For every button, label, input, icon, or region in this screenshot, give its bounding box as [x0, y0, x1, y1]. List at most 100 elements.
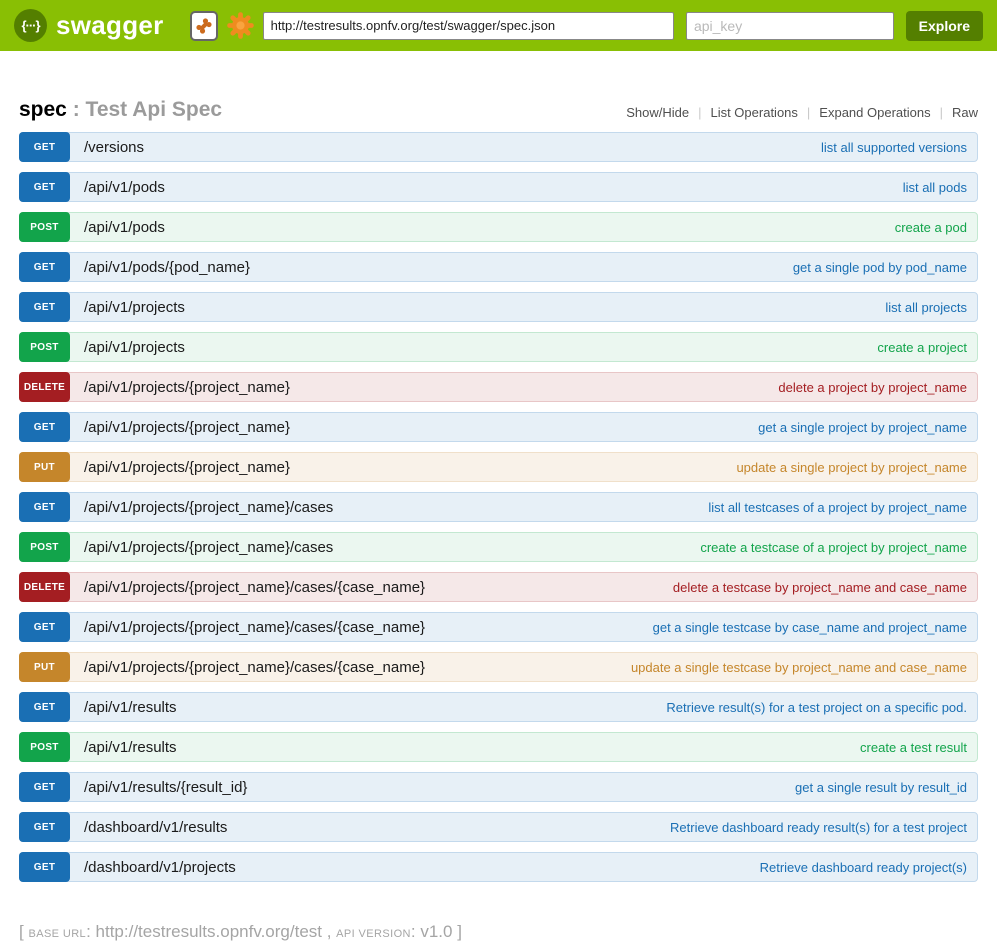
http-method-badge: POST: [19, 332, 70, 362]
http-method-badge: GET: [19, 852, 70, 882]
base-url-footer: [ base url: http://testresults.opnfv.org…: [0, 922, 997, 942]
endpoint-row[interactable]: POST /api/v1/projects create a project: [19, 332, 978, 362]
endpoint-path-link[interactable]: /api/v1/pods: [84, 219, 165, 236]
endpoint-description-link[interactable]: Retrieve dashboard ready project(s): [760, 860, 967, 875]
endpoint-row[interactable]: POST /api/v1/projects/{project_name}/cas…: [19, 532, 978, 562]
endpoint-path-link[interactable]: /api/v1/pods/{pod_name}: [84, 259, 250, 276]
list-operations-link[interactable]: List Operations: [710, 105, 797, 120]
link-separator: |: [940, 105, 943, 120]
endpoint-description-link[interactable]: list all projects: [885, 300, 967, 315]
endpoint-row[interactable]: GET /api/v1/projects/{project_name} get …: [19, 412, 978, 442]
endpoint-path-link[interactable]: /api/v1/projects/{project_name}/cases: [84, 499, 333, 516]
footer-colon: :: [86, 922, 95, 941]
http-method-badge: GET: [19, 612, 70, 642]
brand-title: swagger: [56, 10, 164, 41]
endpoint-description-link[interactable]: list all pods: [903, 180, 967, 195]
gear-icon: [226, 11, 255, 40]
endpoint-path-link[interactable]: /api/v1/results: [84, 699, 177, 716]
endpoint-path-link[interactable]: /dashboard/v1/projects: [84, 859, 236, 876]
expand-operations-link[interactable]: Expand Operations: [819, 105, 930, 120]
http-method-badge: DELETE: [19, 572, 70, 602]
endpoint-path-link[interactable]: /api/v1/projects/{project_name}/cases/{c…: [84, 659, 425, 676]
endpoint-description-link[interactable]: list all supported versions: [821, 140, 967, 155]
raw-link[interactable]: Raw: [952, 105, 978, 120]
endpoint-row[interactable]: GET /api/v1/projects list all projects: [19, 292, 978, 322]
http-method-badge: DELETE: [19, 372, 70, 402]
page-title: spec : Test Api Spec: [19, 98, 222, 122]
endpoint-path-link[interactable]: /api/v1/projects/{project_name}: [84, 379, 290, 396]
endpoint-description-link[interactable]: Retrieve result(s) for a test project on…: [666, 700, 967, 715]
api-version-value: v1.0: [420, 922, 452, 941]
footer-colon: :: [411, 922, 420, 941]
endpoint-row[interactable]: DELETE /api/v1/projects/{project_name}/c…: [19, 572, 978, 602]
endpoint-description-link[interactable]: get a single result by result_id: [795, 780, 967, 795]
endpoint-path-link[interactable]: /versions: [84, 139, 144, 156]
endpoint-description-link[interactable]: get a single project by project_name: [758, 420, 967, 435]
endpoint-row[interactable]: PUT /api/v1/projects/{project_name} upda…: [19, 452, 978, 482]
operations-toolbar: Show/Hide | List Operations | Expand Operati…: [626, 105, 978, 122]
show-hide-link[interactable]: Show/Hide: [626, 105, 689, 120]
spec-url-input[interactable]: [263, 12, 674, 40]
endpoint-row[interactable]: GET /api/v1/pods list all pods: [19, 172, 978, 202]
footer-comma: ,: [322, 922, 336, 941]
endpoint-path-link[interactable]: /api/v1/projects/{project_name}/cases: [84, 539, 333, 556]
endpoint-description-link[interactable]: list all testcases of a project by proje…: [708, 500, 967, 515]
endpoint-description-link[interactable]: create a project: [877, 340, 967, 355]
endpoint-description-link[interactable]: get a single testcase by case_name and p…: [653, 620, 967, 635]
endpoint-row[interactable]: POST /api/v1/pods create a pod: [19, 212, 978, 242]
endpoint-path-link[interactable]: /dashboard/v1/results: [84, 819, 227, 836]
swagger-logo-icon: {···}: [14, 9, 47, 42]
endpoint-description-link[interactable]: create a testcase of a project by projec…: [700, 540, 967, 555]
http-method-badge: GET: [19, 412, 70, 442]
endpoint-row[interactable]: GET /api/v1/results/{result_id} get a si…: [19, 772, 978, 802]
endpoint-description-link[interactable]: update a single project by project_name: [736, 460, 967, 475]
endpoint-path-link[interactable]: /api/v1/projects/{project_name}/cases/{c…: [84, 619, 425, 636]
endpoint-row[interactable]: GET /api/v1/projects/{project_name}/case…: [19, 612, 978, 642]
footer-bracket: [: [19, 922, 24, 941]
http-method-badge: GET: [19, 132, 70, 162]
endpoint-path-link[interactable]: /api/v1/projects: [84, 339, 185, 356]
endpoint-path-link[interactable]: /api/v1/projects/{project_name}: [84, 419, 290, 436]
http-method-badge: GET: [19, 812, 70, 842]
http-method-badge: POST: [19, 732, 70, 762]
http-method-badge: POST: [19, 212, 70, 242]
explore-button[interactable]: Explore: [906, 11, 983, 41]
resource-heading-row: spec : Test Api Spec Show/Hide | List Oper…: [19, 98, 978, 122]
endpoint-description-link[interactable]: create a pod: [895, 220, 967, 235]
endpoint-description-link[interactable]: get a single pod by pod_name: [793, 260, 967, 275]
endpoint-row[interactable]: GET /versions list all supported version…: [19, 132, 978, 162]
endpoint-description-link[interactable]: update a single testcase by project_name…: [631, 660, 967, 675]
http-method-badge: GET: [19, 492, 70, 522]
endpoint-row[interactable]: GET /api/v1/pods/{pod_name} get a single…: [19, 252, 978, 282]
endpoint-path-link[interactable]: /api/v1/projects/{project_name}: [84, 459, 290, 476]
http-method-badge: GET: [19, 252, 70, 282]
endpoint-row[interactable]: GET /dashboard/v1/results Retrieve dashb…: [19, 812, 978, 842]
endpoint-row[interactable]: GET /api/v1/results Retrieve result(s) f…: [19, 692, 978, 722]
endpoint-description-link[interactable]: delete a testcase by project_name and ca…: [673, 580, 967, 595]
endpoint-path-link[interactable]: /api/v1/projects/{project_name}/cases/{c…: [84, 579, 425, 596]
api-version-label: api version: [336, 928, 411, 940]
http-method-badge: PUT: [19, 452, 70, 482]
endpoint-path-link[interactable]: /api/v1/projects: [84, 299, 185, 316]
header-bar: {···} swagger: [0, 0, 997, 51]
endpoint-row[interactable]: POST /api/v1/results create a test resul…: [19, 732, 978, 762]
http-method-badge: GET: [19, 692, 70, 722]
http-method-badge: POST: [19, 532, 70, 562]
resource-separator: :: [67, 98, 86, 121]
endpoint-description-link[interactable]: create a test result: [860, 740, 967, 755]
link-separator: |: [698, 105, 701, 120]
main-content: spec : Test Api Spec Show/Hide | List Oper…: [0, 98, 997, 882]
endpoint-row[interactable]: DELETE /api/v1/projects/{project_name} d…: [19, 372, 978, 402]
endpoint-row[interactable]: GET /dashboard/v1/projects Retrieve dash…: [19, 852, 978, 882]
endpoint-path-link[interactable]: /api/v1/results: [84, 739, 177, 756]
endpoint-path-link[interactable]: /api/v1/results/{result_id}: [84, 779, 247, 796]
endpoint-description-link[interactable]: delete a project by project_name: [778, 380, 967, 395]
endpoint-path-link[interactable]: /api/v1/pods: [84, 179, 165, 196]
resource-name: spec: [19, 98, 67, 121]
base-url-value: http://testresults.opnfv.org/test: [96, 922, 322, 941]
endpoint-description-link[interactable]: Retrieve dashboard ready result(s) for a…: [670, 820, 967, 835]
bone-button[interactable]: [190, 11, 218, 41]
endpoint-row[interactable]: GET /api/v1/projects/{project_name}/case…: [19, 492, 978, 522]
endpoint-row[interactable]: PUT /api/v1/projects/{project_name}/case…: [19, 652, 978, 682]
api-key-input[interactable]: [686, 12, 894, 40]
